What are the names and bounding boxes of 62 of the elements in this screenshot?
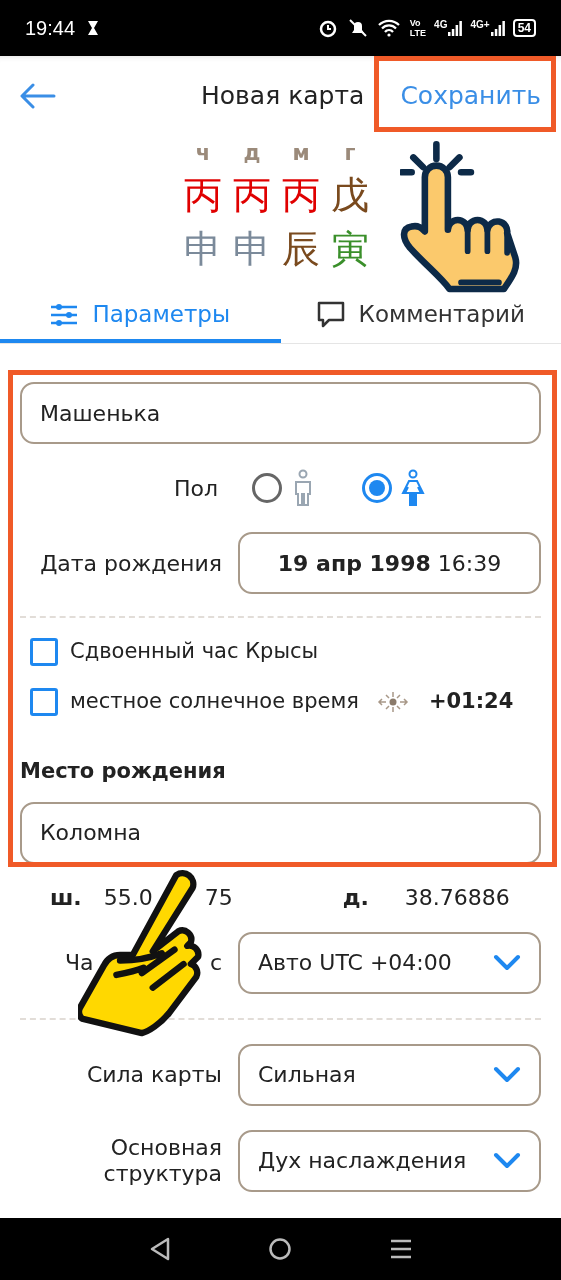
sliders-icon: [50, 303, 79, 326]
wifi-icon: [377, 19, 400, 37]
birth-date-field[interactable]: 19 апр 1998 16:39: [238, 532, 541, 594]
pillar-label: ч: [194, 140, 212, 167]
pillar-character: 申: [232, 226, 272, 273]
latitude-value: 75: [204, 884, 233, 912]
chevron-down-icon: [493, 953, 521, 972]
home-icon[interactable]: [268, 1237, 293, 1261]
chevron-down-icon: [493, 1065, 521, 1084]
timezone-label: с: [209, 949, 222, 977]
radio-button[interactable]: [252, 473, 283, 503]
timezone-dropdown[interactable]: Авто UTC +04:00: [238, 931, 541, 994]
chevron-down-icon: [493, 1151, 521, 1170]
dropdown[interactable]: Дух наслаждения: [238, 1129, 541, 1192]
pillar-character: 辰: [281, 226, 321, 273]
page-title: Новая карта: [201, 80, 365, 113]
select-label: Основная структура: [102, 1134, 223, 1187]
clock: 19:44: [25, 16, 76, 41]
network-label: 4G+: [470, 20, 490, 30]
pillar-character: 申: [183, 226, 223, 273]
pillar-label: м: [291, 140, 311, 167]
latitude-label: ш.: [50, 884, 82, 912]
checkbox-label: местное солнечное время: [70, 688, 359, 716]
timezone-label: Ча: [65, 949, 94, 977]
latitude-value: 55.0: [103, 884, 153, 912]
menu-icon[interactable]: [390, 1238, 413, 1260]
pillar-character: 丙: [232, 172, 272, 219]
back-arrow-icon[interactable]: [20, 83, 56, 109]
muted-bell-icon: [347, 18, 368, 38]
network-label: 4G: [434, 20, 448, 30]
sun-icon: [376, 690, 409, 714]
signal-icon: [448, 20, 463, 36]
time-offset: +01:24: [428, 688, 514, 716]
section-heading: Место рождения: [20, 758, 227, 785]
hourglass-icon: [87, 20, 100, 36]
longitude-value: 38.76886: [404, 884, 510, 912]
battery-indicator: 54: [512, 19, 536, 37]
radio-button[interactable]: [362, 473, 393, 503]
checkbox[interactable]: [30, 688, 58, 716]
back-icon[interactable]: [148, 1237, 171, 1261]
pillar-character: 戊: [330, 172, 370, 219]
pillar-label: г: [343, 140, 357, 167]
pillar-label: д: [242, 140, 262, 167]
gender-label: Пол: [174, 474, 219, 503]
signal-icon: [490, 20, 505, 36]
longitude-label: д.: [342, 884, 369, 912]
pillar-character: 丙: [281, 172, 321, 219]
checkbox-label: Сдвоенный час Крысы: [70, 638, 319, 666]
checkbox[interactable]: [30, 638, 58, 666]
volte-label: Vo LTE: [409, 18, 427, 38]
tab[interactable]: Комментарий: [280, 290, 561, 343]
speech-bubble-icon: [316, 300, 345, 329]
place-field[interactable]: Коломна: [20, 801, 541, 864]
woman-icon: [400, 469, 427, 507]
alarm-icon: [317, 18, 338, 38]
pillar-character: 丙: [183, 172, 223, 219]
dropdown[interactable]: Сильная: [238, 1043, 541, 1106]
tab[interactable]: Параметры: [0, 290, 281, 343]
pillar-character: 寅: [330, 226, 370, 273]
name-field[interactable]: Машенька: [20, 382, 541, 444]
select-label: Сила карты: [85, 1061, 223, 1088]
birth-date-label: Дата рождения: [39, 549, 223, 578]
